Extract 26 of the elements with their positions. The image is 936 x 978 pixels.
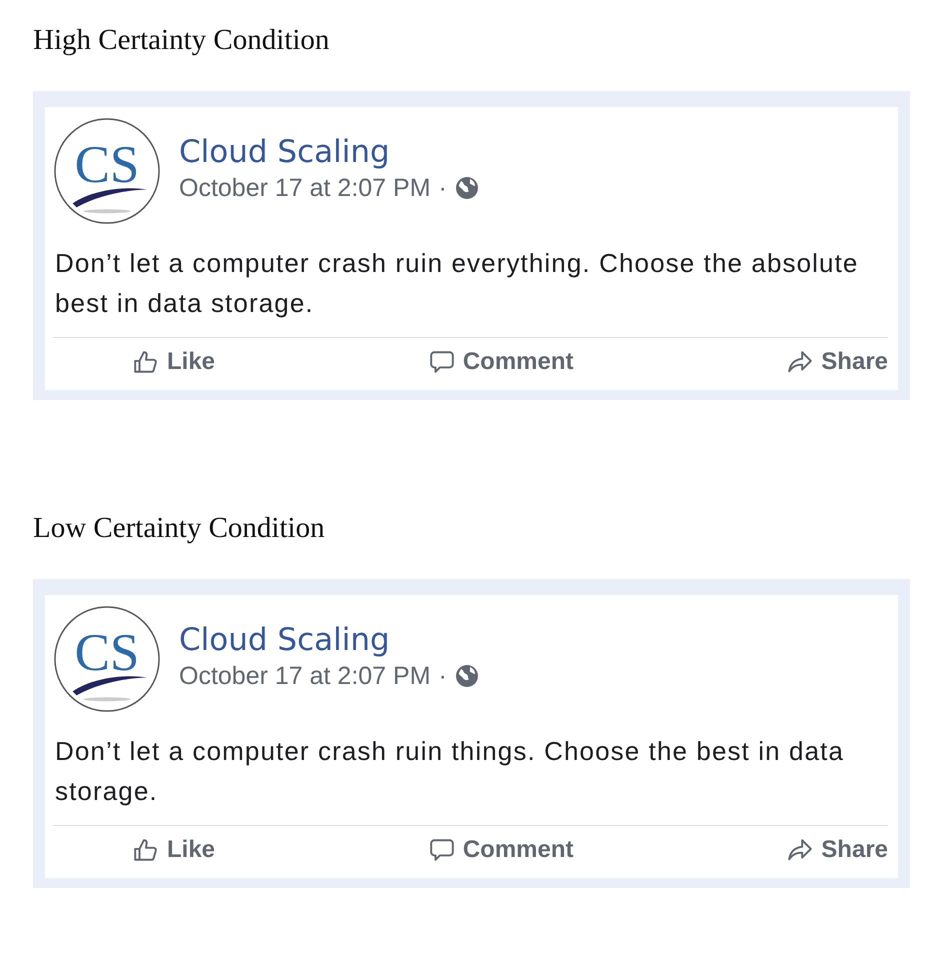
condition-heading: High Certainty Condition: [33, 24, 330, 57]
share-button[interactable]: Share: [787, 836, 888, 864]
like-button[interactable]: Like: [133, 348, 216, 376]
share-arrow-icon: [787, 349, 814, 375]
page-name-link[interactable]: Cloud Scaling: [179, 134, 479, 170]
like-button[interactable]: Like: [133, 836, 216, 864]
page-logo[interactable]: CS: [53, 117, 161, 225]
timestamp[interactable]: October 17 at 2:07 PM: [179, 662, 431, 690]
globe-icon: [454, 176, 479, 200]
globe-icon: [454, 664, 479, 688]
thumbs-up-icon: [133, 349, 159, 375]
thumbs-up-icon: [133, 837, 159, 863]
page-logo[interactable]: CS: [53, 605, 161, 713]
post-text: Don’t let a computer crash ruin things. Choose the best in data storage.: [55, 735, 846, 808]
share-arrow-icon: [787, 837, 814, 863]
separator-dot: ·: [438, 174, 447, 202]
separator-dot: ·: [438, 662, 447, 690]
post-text: Don’t let a computer crash ruin everything. Choose the absolute best in data storage.: [55, 247, 860, 320]
comment-button[interactable]: Comment: [428, 836, 574, 864]
comment-button[interactable]: Comment: [428, 348, 574, 376]
share-button[interactable]: Share: [787, 348, 888, 376]
speech-bubble-icon: [428, 837, 455, 863]
condition-heading: Low Certainty Condition: [33, 512, 326, 545]
timestamp[interactable]: October 17 at 2:07 PM: [179, 174, 431, 202]
page-name-link[interactable]: Cloud Scaling: [179, 622, 479, 658]
speech-bubble-icon: [428, 349, 455, 375]
